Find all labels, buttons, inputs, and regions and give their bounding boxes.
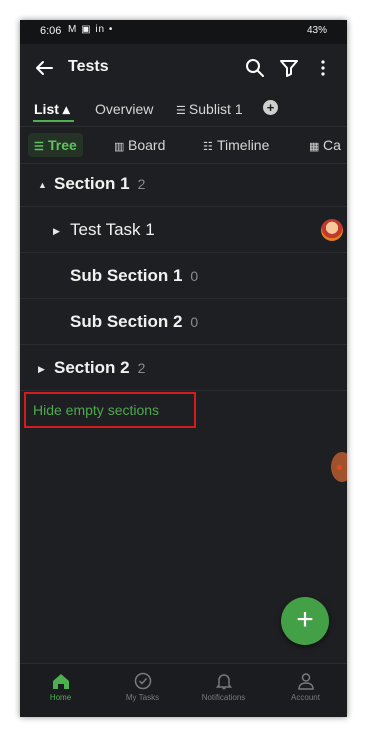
tab-sublist-1[interactable]: ☰ Sublist 1 <box>176 101 243 117</box>
more-options-icon[interactable] <box>311 56 335 80</box>
back-arrow-icon[interactable] <box>32 56 56 80</box>
collapse-caret-icon[interactable]: ▲ <box>38 180 47 190</box>
app-bar: Tests <box>20 44 347 94</box>
tree-icon: ☰ <box>34 141 44 153</box>
subsection-title: Sub Section 2 0 <box>70 312 198 332</box>
add-task-button[interactable]: + <box>281 597 329 645</box>
board-icon: ▥ <box>114 141 125 153</box>
task-row[interactable]: ▶ Test Task 1 <box>20 207 347 253</box>
section-label: Section 2 <box>54 358 130 377</box>
nav-my-tasks[interactable]: My Tasks <box>102 664 183 717</box>
person-icon <box>297 673 314 690</box>
check-circle-icon <box>134 672 151 690</box>
bottom-nav: Home My Tasks Notifications Account <box>20 663 347 717</box>
view-tree[interactable]: ☰ Tree <box>28 133 83 157</box>
nav-account[interactable]: Account <box>265 664 346 717</box>
home-icon <box>52 674 69 689</box>
view-switcher: ☰ Tree ▥ Board ☷ Timeline ▦ Ca <box>20 126 347 164</box>
notification-icons: M ▣ in • <box>68 24 114 35</box>
status-time: 6:06 <box>40 25 62 37</box>
view-calendar-label: Ca <box>323 137 341 153</box>
task-title: Test Task 1 <box>70 220 155 239</box>
tab-list[interactable]: List ▴ <box>34 101 70 118</box>
nav-home-label: Home <box>49 693 72 702</box>
view-tree-label: Tree <box>48 137 77 153</box>
section-count: 2 <box>137 176 146 192</box>
nav-notifications[interactable]: Notifications <box>183 664 264 717</box>
subsection-label: Sub Section 2 <box>70 312 183 331</box>
nav-notifications-label: Notifications <box>201 693 246 702</box>
section-count: 2 <box>137 360 146 376</box>
subsection-count: 0 <box>190 314 199 330</box>
tab-sublist-label: Sublist 1 <box>188 101 243 117</box>
view-timeline[interactable]: ☷ Timeline <box>203 133 269 157</box>
view-board[interactable]: ▥ Board <box>114 133 165 157</box>
section-row[interactable]: ▲ Section 1 2 <box>20 161 347 207</box>
nav-home[interactable]: Home <box>20 664 101 717</box>
subsection-title: Sub Section 1 0 <box>70 266 198 286</box>
active-tab-indicator <box>33 120 74 122</box>
search-icon[interactable] <box>243 56 267 80</box>
hide-empty-sections-link[interactable]: Hide empty sections <box>33 402 159 418</box>
bell-icon <box>215 674 232 690</box>
expand-caret-icon[interactable]: ▶ <box>53 226 60 237</box>
subsection-label: Sub Section 1 <box>70 266 183 285</box>
subsection-row[interactable]: Sub Section 2 0 <box>20 299 347 345</box>
nav-account-label: Account <box>291 693 320 702</box>
subsection-row[interactable]: Sub Section 1 0 <box>20 253 347 299</box>
sublist-icon: ☰ <box>176 105 189 117</box>
floating-bubble[interactable] <box>331 452 347 482</box>
status-bar: 6:06 M ▣ in • 43% <box>20 20 347 44</box>
view-timeline-label: Timeline <box>217 137 270 153</box>
battery-percent: 43% <box>306 25 327 36</box>
subsection-count: 0 <box>190 268 199 284</box>
section-row[interactable]: ▶ Section 2 2 <box>20 345 347 391</box>
nav-my-tasks-label: My Tasks <box>125 693 160 702</box>
assignee-avatar[interactable] <box>321 219 343 241</box>
expand-caret-icon[interactable]: ▶ <box>38 364 45 375</box>
section-title: Section 2 2 <box>54 358 145 378</box>
section-title: Section 1 2 <box>54 174 145 194</box>
timeline-icon: ☷ <box>203 141 213 153</box>
filter-icon[interactable] <box>277 56 301 80</box>
calendar-icon: ▦ <box>309 141 320 153</box>
view-calendar[interactable]: ▦ Ca <box>309 133 341 157</box>
page-title: Tests <box>68 58 109 75</box>
list-tabs: List ▴ Overview ☰ Sublist 1 + <box>20 94 347 124</box>
tab-overview[interactable]: Overview <box>95 101 153 117</box>
section-label: Section 1 <box>54 174 130 193</box>
add-tab-icon[interactable]: + <box>263 100 278 115</box>
view-board-label: Board <box>128 137 166 153</box>
phone-screen: 6:06 M ▣ in • 43% Tests List ▴ Overview … <box>20 20 347 717</box>
